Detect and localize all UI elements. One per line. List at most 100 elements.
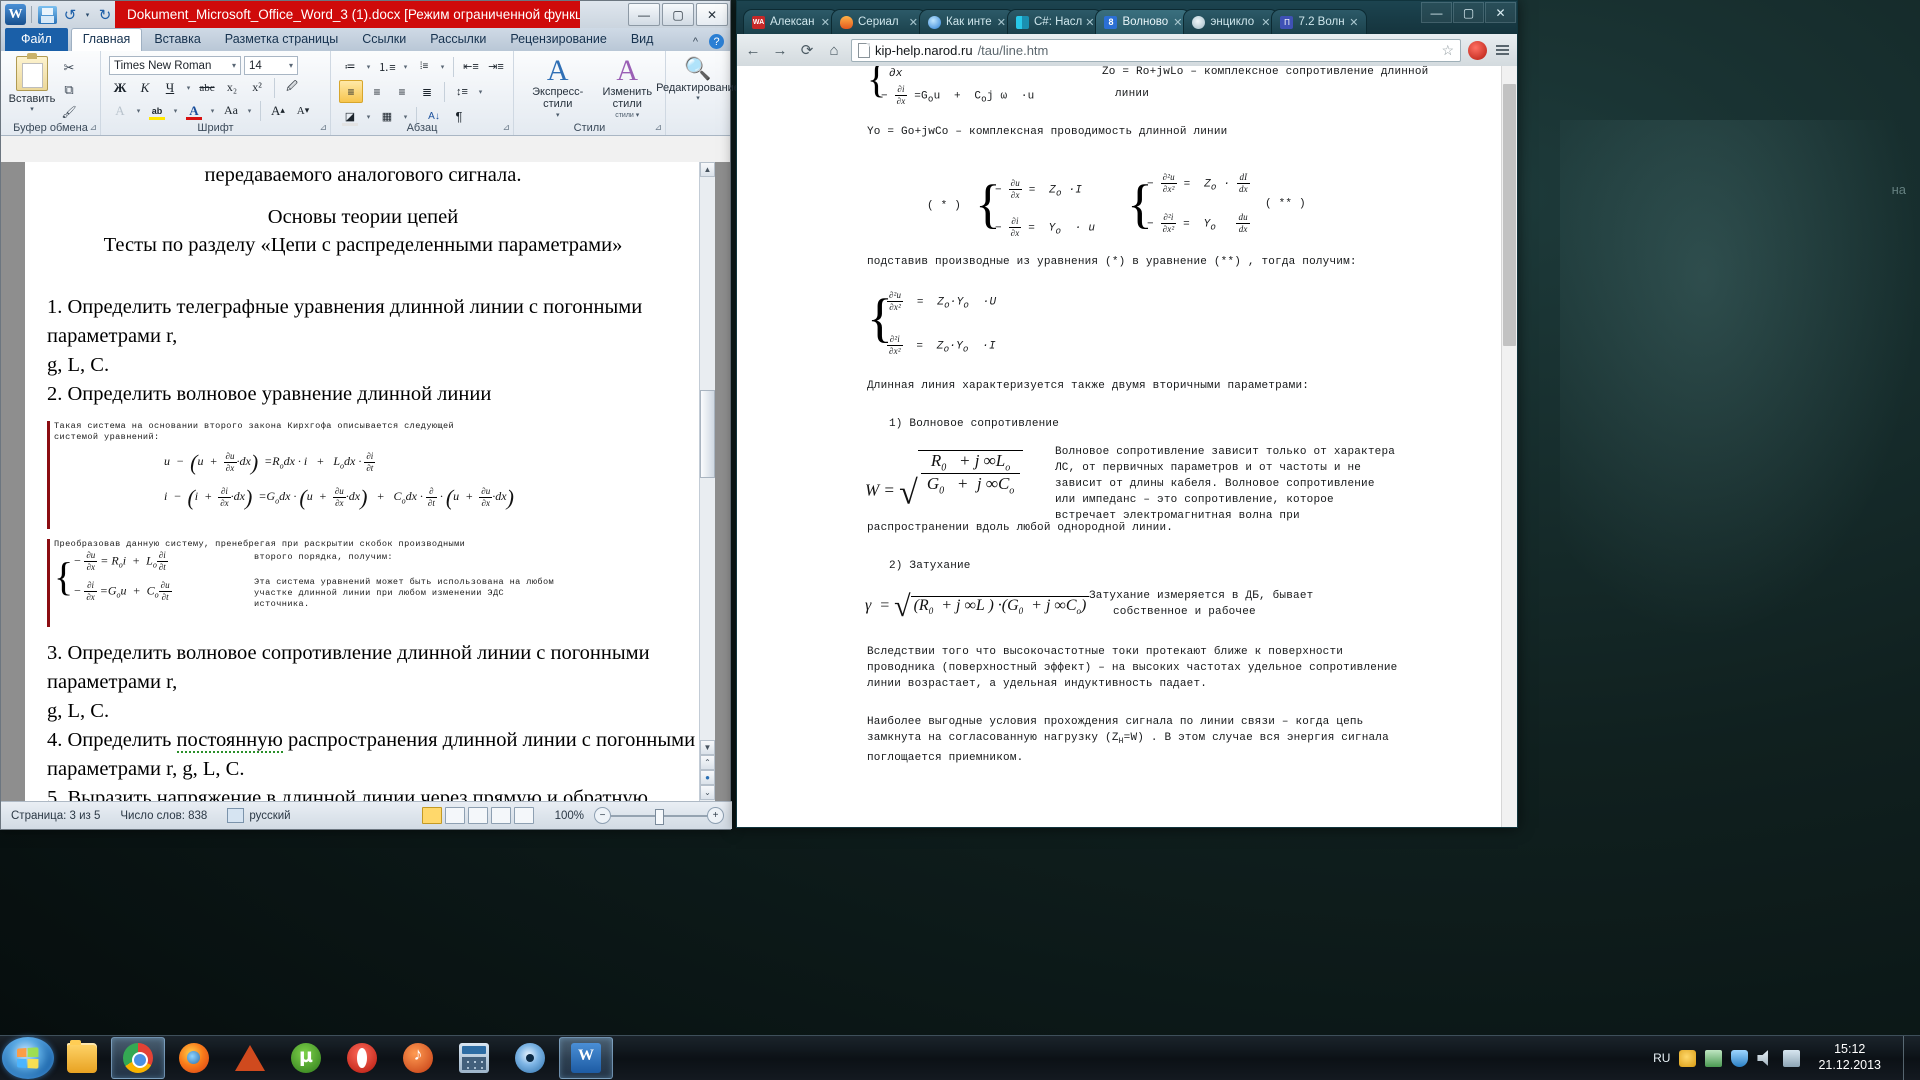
taskbar-item-opera[interactable] xyxy=(335,1037,389,1079)
status-proofing-icon[interactable]: русский xyxy=(217,808,300,823)
chrome-tab-4-close[interactable]: ✕ xyxy=(1173,16,1182,29)
previous-page-button[interactable]: ⌃ xyxy=(700,755,715,770)
word-window-buttons[interactable]: — ▢ ✕ xyxy=(628,3,728,26)
chrome-tab-4[interactable]: 8 Волново ✕ xyxy=(1095,9,1192,34)
chrome-tab-2-close[interactable]: ✕ xyxy=(997,16,1006,29)
taskbar-item-word[interactable] xyxy=(559,1037,613,1079)
maximize-button[interactable]: ▢ xyxy=(662,3,694,26)
zoom-in-button[interactable]: + xyxy=(707,807,724,824)
format-painter-icon[interactable]: 🖌 xyxy=(58,102,80,121)
taskbar-item-firefox[interactable] xyxy=(167,1037,221,1079)
page-info-icon[interactable] xyxy=(858,42,870,58)
collapse-ribbon-icon[interactable]: ^ xyxy=(688,34,703,49)
back-button[interactable]: ← xyxy=(743,40,763,60)
taskbar-item-calculator[interactable] xyxy=(447,1037,501,1079)
justify-icon[interactable]: ≣ xyxy=(416,81,438,102)
zoom-slider-knob[interactable] xyxy=(655,808,664,825)
doc-embedded-image-1[interactable]: Такая система на основании второго закон… xyxy=(47,421,701,529)
chrome-tab-strip[interactable]: WA Алексан ✕ Сериал ✕ Как инте ✕ C#: Нас… xyxy=(737,1,1517,34)
copy-icon[interactable]: ⧉ xyxy=(58,80,80,99)
minimize-button[interactable]: — xyxy=(628,3,660,26)
word-title-bar[interactable]: W ↺ ▾ ↻ ⌄ Dokument_Microsoft_Office_Word… xyxy=(1,1,730,28)
highlight-color-icon[interactable]: ab xyxy=(146,100,168,121)
numbering-dropdown-icon[interactable]: ▾ xyxy=(401,56,410,77)
outline-view-button[interactable] xyxy=(490,807,511,824)
chrome-close-button[interactable]: ✕ xyxy=(1485,2,1516,23)
text-effects-icon[interactable]: A xyxy=(109,100,131,121)
status-zoom-level[interactable]: 100% xyxy=(545,810,594,822)
font-color-icon[interactable]: A xyxy=(183,100,205,121)
chrome-tab-6[interactable]: П 7.2 Волн ✕ xyxy=(1271,9,1368,34)
underline-dropdown-icon[interactable]: ▾ xyxy=(184,77,193,98)
close-button[interactable]: ✕ xyxy=(696,3,728,26)
taskbar-item-chrome[interactable] xyxy=(111,1037,165,1079)
change-styles-button[interactable]: A Изменить стили стили ▾ xyxy=(595,56,661,122)
notification-icon[interactable] xyxy=(1679,1049,1697,1067)
undo-icon[interactable]: ↺ xyxy=(60,5,80,25)
change-case-icon[interactable]: Aa xyxy=(220,100,242,121)
taskbar-item-music[interactable] xyxy=(391,1037,445,1079)
undo-dropdown-icon[interactable]: ▾ xyxy=(83,5,92,25)
draft-view-button[interactable] xyxy=(513,807,534,824)
editing-dropdown-icon[interactable]: ▾ xyxy=(696,94,700,102)
start-button[interactable] xyxy=(2,1037,54,1079)
chrome-toolbar[interactable]: ← → ⟳ ⌂ kip-help.narod.ru/tau/line.htm ☆ xyxy=(737,34,1517,67)
taskbar[interactable]: RU 15:12 21.12.2013 xyxy=(0,1035,1920,1080)
change-case-dropdown-icon[interactable]: ▾ xyxy=(245,100,254,121)
font-name-dropdown-icon[interactable]: ▾ xyxy=(232,61,236,70)
bookmark-star-icon[interactable]: ☆ xyxy=(1441,42,1454,59)
chrome-tab-6-close[interactable]: ✕ xyxy=(1349,16,1358,29)
next-page-button[interactable]: ⌄ xyxy=(700,785,715,800)
paragraph-dialog-launcher[interactable]: ⊿ xyxy=(502,122,510,133)
ribbon-help-area[interactable]: ^ ? xyxy=(688,34,724,49)
print-layout-view-button[interactable] xyxy=(421,807,442,824)
word-window[interactable]: W ↺ ▾ ↻ ⌄ Dokument_Microsoft_Office_Word… xyxy=(0,0,740,830)
action-center-icon[interactable] xyxy=(1783,1049,1801,1067)
chrome-tab-3-close[interactable]: ✕ xyxy=(1085,16,1094,29)
paste-button[interactable]: Вставить ▾ xyxy=(6,53,58,113)
chrome-tab-1[interactable]: Сериал ✕ xyxy=(831,9,927,34)
tab-view[interactable]: Вид xyxy=(619,29,666,51)
taskbar-item-explorer[interactable] xyxy=(55,1037,109,1079)
italic-button[interactable]: К xyxy=(134,77,156,98)
web-page-content[interactable]: { ∂x − ∂i ∂x =Gou + Coj ω ·u Zo = Ro+jwLo… xyxy=(737,66,1502,827)
word-page[interactable]: передаваемого аналогового сигнала. Основ… xyxy=(25,162,715,801)
clipboard-dialog-launcher[interactable]: ⊿ xyxy=(89,122,97,133)
tab-review[interactable]: Рецензирование xyxy=(498,29,619,51)
underline-button[interactable]: Ч xyxy=(159,77,181,98)
menu-icon[interactable] xyxy=(1494,42,1511,59)
show-desktop-button[interactable] xyxy=(1903,1036,1914,1080)
shield-icon[interactable] xyxy=(1731,1049,1749,1067)
scroll-down-button[interactable]: ▼ xyxy=(700,740,715,755)
styles-dialog-launcher[interactable]: ⊿ xyxy=(654,122,662,133)
tab-home[interactable]: Главная xyxy=(70,28,143,51)
align-left-icon[interactable]: ≡ xyxy=(339,80,363,103)
reload-button[interactable]: ⟳ xyxy=(797,40,817,60)
shrink-font-icon[interactable]: A ▾ xyxy=(292,100,314,121)
font-size-dropdown-icon[interactable]: ▾ xyxy=(289,61,293,70)
tab-page-layout[interactable]: Разметка страницы xyxy=(213,29,350,51)
decrease-indent-icon[interactable]: ⇤≡ xyxy=(460,56,482,77)
document-scrollbar[interactable]: ▲ ▼ ⌃ ● ⌄ xyxy=(699,162,715,801)
select-browse-object-button[interactable]: ● xyxy=(700,770,715,785)
bullets-dropdown-icon[interactable]: ▾ xyxy=(364,56,373,77)
multilevel-dropdown-icon[interactable]: ▾ xyxy=(438,56,447,77)
ribbon-tabs[interactable]: Файл Главная Вставка Разметка страницы С… xyxy=(1,28,730,51)
bold-button[interactable]: Ж xyxy=(109,77,131,98)
status-word-count[interactable]: Число слов: 838 xyxy=(110,810,217,822)
taskbar-item-vlc[interactable] xyxy=(223,1037,277,1079)
scroll-up-button[interactable]: ▲ xyxy=(700,162,715,177)
redo-icon[interactable]: ↻ xyxy=(95,5,115,25)
increase-indent-icon[interactable]: ⇥≡ xyxy=(485,56,507,77)
status-language[interactable]: русский xyxy=(249,810,290,822)
font-name-input[interactable]: Times New Roman ▾ xyxy=(109,56,241,75)
quick-styles-button[interactable]: A Экспресс-стили ▾ xyxy=(525,56,591,122)
align-center-icon[interactable]: ≡ xyxy=(366,81,388,102)
volume-icon[interactable] xyxy=(1757,1050,1768,1066)
chrome-minimize-button[interactable]: — xyxy=(1421,2,1452,23)
status-page-number[interactable]: Страница: 3 из 5 xyxy=(1,810,110,822)
full-screen-reading-view-button[interactable] xyxy=(444,807,465,824)
tab-file[interactable]: Файл xyxy=(5,28,68,51)
word-document-area[interactable]: передаваемого аналогового сигнала. Основ… xyxy=(1,162,730,801)
chrome-scrollbar[interactable] xyxy=(1501,66,1517,827)
